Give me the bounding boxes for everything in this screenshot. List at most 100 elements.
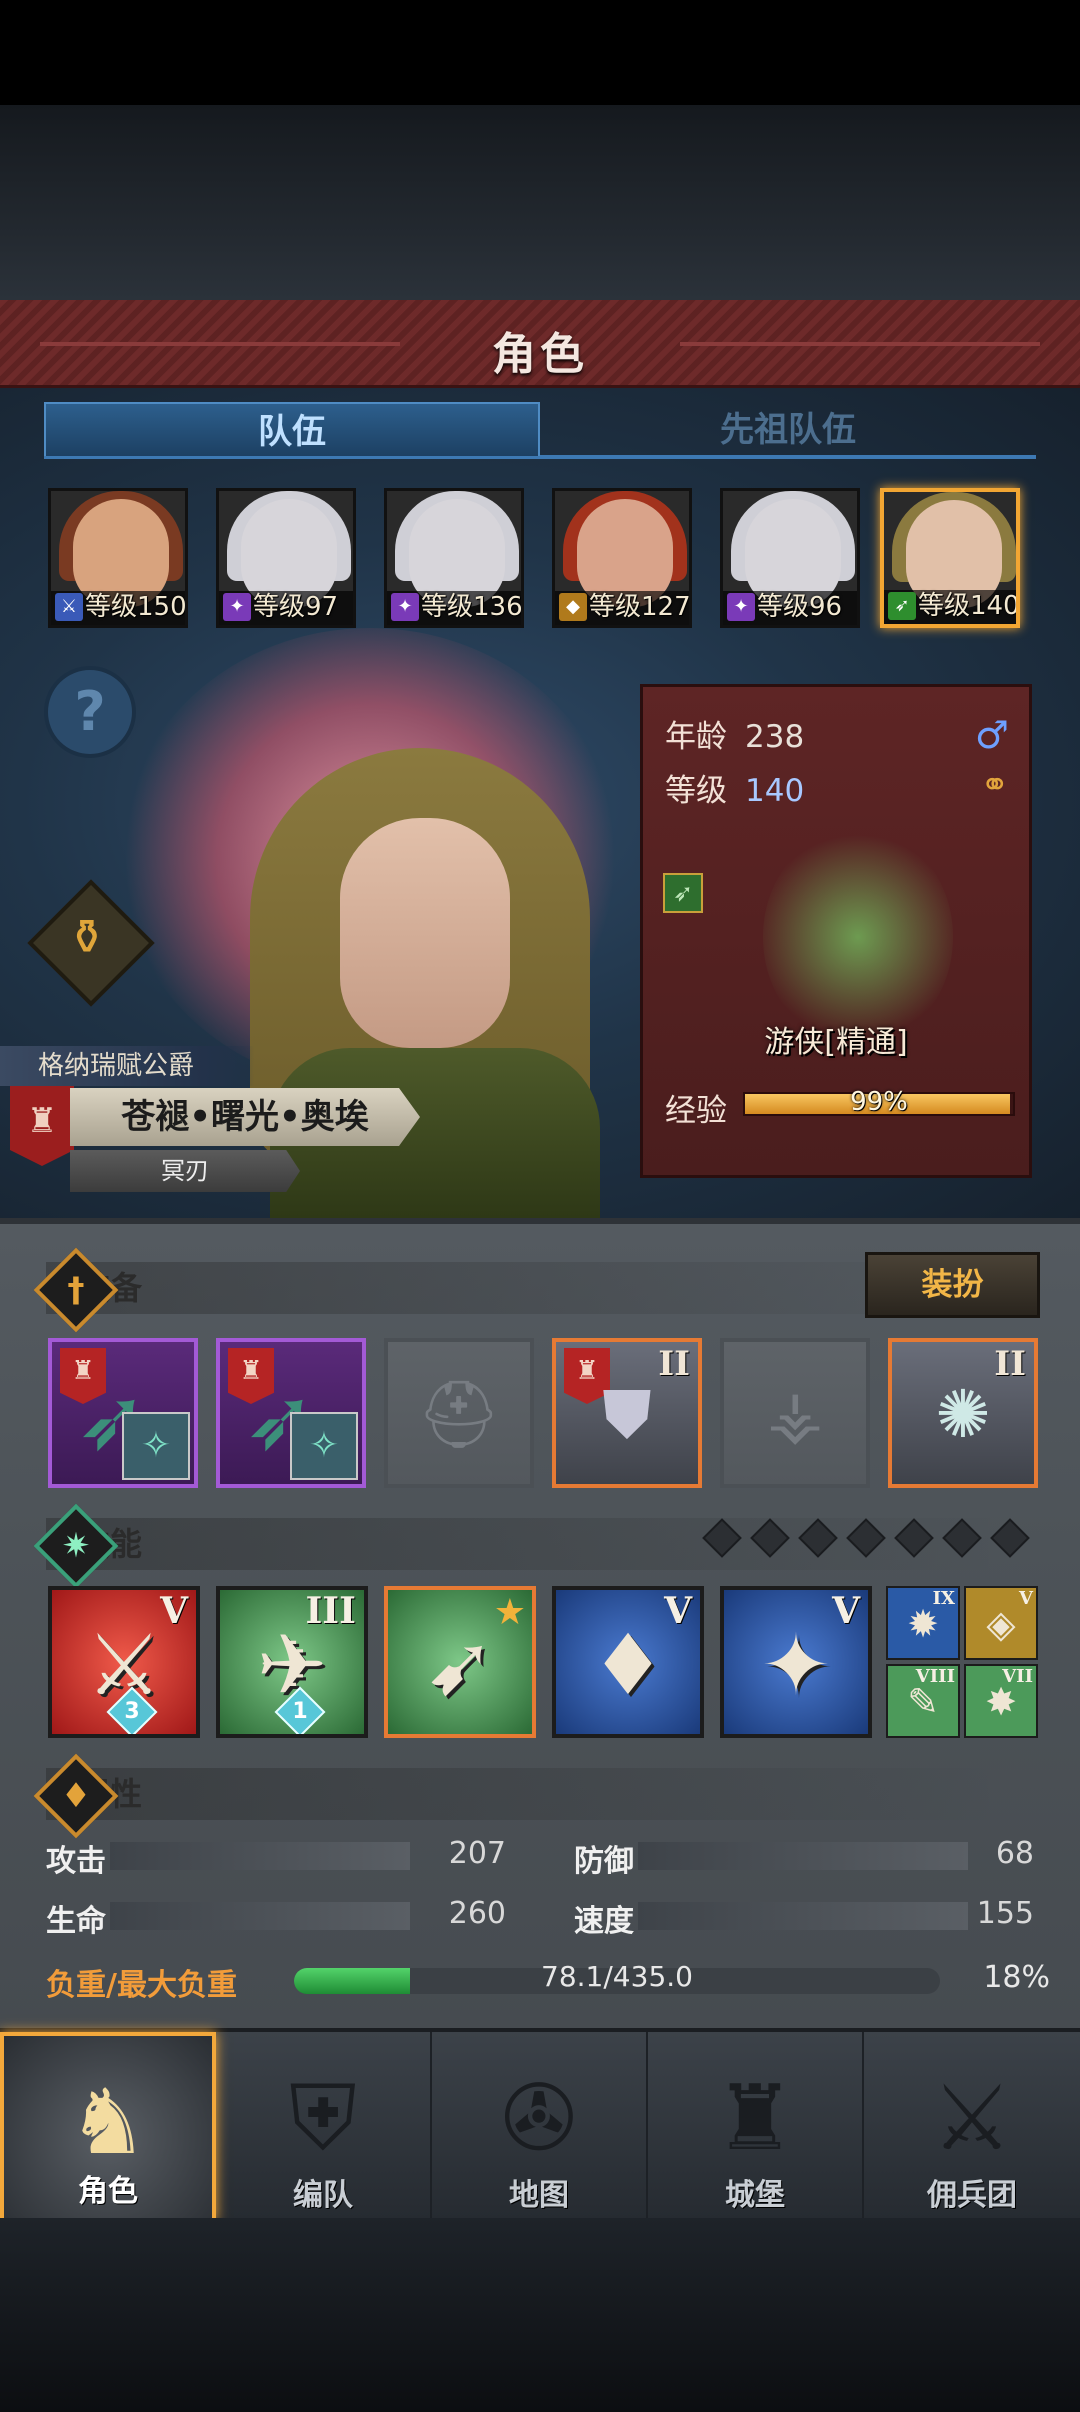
castle-icon: ♜: [714, 2066, 796, 2171]
bottom-spacer: [0, 2218, 1080, 2412]
exp-percent: 99%: [850, 1087, 908, 1117]
stat-attack: 攻击 207: [46, 1836, 506, 1879]
passive-skill-slot[interactable]: ✹ IX: [886, 1586, 960, 1660]
roster-portrait[interactable]: ◆ 等级127: [552, 488, 692, 628]
passive-skill-tier: VII: [1002, 1666, 1033, 1687]
level-row: 等级 140: [665, 765, 804, 810]
hero-face: [340, 818, 510, 1048]
tab-team[interactable]: 队伍: [44, 402, 540, 458]
class-icon: ✦: [391, 593, 419, 621]
male-icon: ♂: [974, 713, 1009, 757]
tab-ancestor-team[interactable]: 先祖队伍: [540, 402, 1036, 458]
accessory-slot[interactable]: ✺ II: [888, 1338, 1038, 1488]
passive-skill-slot[interactable]: ✸ VII: [964, 1664, 1038, 1738]
page-title: 角色: [492, 329, 588, 380]
roster-portrait[interactable]: ✦ 等级97: [216, 488, 356, 628]
helmet-slot[interactable]: ⛑: [384, 1338, 534, 1488]
stat-defense: 防御 68: [574, 1836, 1034, 1879]
gem-icon: ✧: [290, 1412, 358, 1480]
roster-portrait[interactable]: ➶ 等级140: [880, 488, 1020, 628]
hp-value: 260: [448, 1896, 506, 1931]
hp-bar: [110, 1902, 410, 1930]
skill-gem-count: 3: [124, 1699, 140, 1724]
helmet-icon: ⛑: [417, 1376, 501, 1453]
sword-icon: †: [67, 1270, 85, 1310]
age-label: 年龄: [665, 719, 727, 755]
mercenary-icon: ⚔: [931, 2066, 1013, 2171]
skill-gem-count: 1: [292, 1699, 308, 1724]
portrait-level: 等级150: [85, 592, 187, 622]
weapon-slot-1[interactable]: ♜ ➶ ✧: [48, 1338, 198, 1488]
armor-slot[interactable]: ♜ ⛊ II: [552, 1338, 702, 1488]
roster-portrait[interactable]: ✦ 等级136: [384, 488, 524, 628]
rings-icon[interactable]: ⚭: [981, 765, 1010, 805]
nav-castle[interactable]: ♜ 城堡: [648, 2032, 864, 2222]
passive-skill-slot[interactable]: ✎ VIII: [886, 1664, 960, 1738]
tier-label: II: [658, 1344, 690, 1384]
skill-slot[interactable]: ✦ V: [720, 1586, 872, 1738]
knight-icon: ♞: [67, 2070, 149, 2175]
page-header: 角色: [0, 300, 1080, 388]
hero-subtitle: 冥刃: [70, 1150, 300, 1192]
equipment-title: 装备: [46, 1262, 1006, 1314]
nav-character-label: 角色: [78, 2174, 138, 2209]
level-value: 140: [745, 773, 805, 809]
defense-value: 68: [995, 1836, 1034, 1871]
bottom-nav: ♞ 角色 ⛨ 编队 ✇ 地图 ♜ 城堡 ⚔ 佣兵团: [0, 2028, 1080, 2222]
medallion-icon: ✺: [935, 1376, 991, 1453]
defense-bar: [638, 1842, 968, 1870]
roster-portrait[interactable]: ✦ 等级96: [720, 488, 860, 628]
portrait-level: 等级96: [757, 592, 843, 622]
skill-slot[interactable]: ✈ III 1: [216, 1586, 368, 1738]
weight-percent: 18%: [983, 1960, 1050, 1995]
star-icon: ★: [493, 1592, 526, 1633]
compass-icon: ✇: [501, 2066, 577, 2171]
level-label: 等级: [665, 773, 727, 809]
skill-slot[interactable]: ➹ ★: [384, 1586, 536, 1738]
class-icon: ✦: [727, 593, 755, 621]
skill-tier: V: [160, 1590, 188, 1632]
nav-map[interactable]: ✇ 地图: [432, 2032, 648, 2222]
nav-formation[interactable]: ⛨ 编队: [216, 2032, 432, 2222]
flask-icon: ♦: [60, 1776, 92, 1816]
attributes-title: 属性: [46, 1768, 1006, 1820]
gem-icon: ✧: [122, 1412, 190, 1480]
dress-up-button[interactable]: 装扮: [865, 1252, 1040, 1318]
skill-slot[interactable]: ⚔ V 3: [48, 1586, 200, 1738]
nav-map-label: 地图: [509, 2178, 569, 2213]
passive-skill-tier: VIII: [915, 1666, 955, 1687]
weapon-slot-2[interactable]: ♜ ➶ ✧: [216, 1338, 366, 1488]
nav-mercenary[interactable]: ⚔ 佣兵团: [864, 2032, 1080, 2222]
ranger-class-icon: ➶: [663, 873, 703, 913]
speed-label: 速度: [574, 1904, 634, 1939]
skill-tier: V: [832, 1590, 860, 1632]
weight-label: 负重/最大负重: [46, 1968, 237, 2003]
attack-bar: [110, 1842, 410, 1870]
passive-skill-slot[interactable]: ◈ V: [964, 1586, 1038, 1660]
armor-icon: ⛊: [602, 1376, 652, 1453]
stat-speed: 速度 155: [574, 1896, 1034, 1939]
skill-tier: III: [305, 1590, 356, 1632]
help-button[interactable]: ?: [44, 666, 136, 758]
weight-value: 78.1/435.0: [541, 1960, 693, 1993]
attack-label: 攻击: [46, 1844, 106, 1879]
class-icon: ⚔: [55, 593, 83, 621]
hero-info-card: 年龄 238 ♂ 等级 140 ⚭ ➶ 游侠[精通] 经验 99%: [640, 684, 1032, 1178]
exp-label: 经验: [665, 1093, 727, 1129]
class-figure: [763, 827, 953, 1047]
class-icon: ◆: [559, 593, 587, 621]
nav-character[interactable]: ♞ 角色: [0, 2032, 216, 2222]
class-icon: ➶: [888, 592, 916, 620]
skill-slot[interactable]: ♦ V: [552, 1586, 704, 1738]
roster-portrait[interactable]: ⚔ 等级150: [48, 488, 188, 628]
hero-name[interactable]: 苍褪•曙光•奥埃: [70, 1088, 420, 1146]
defense-label: 防御: [574, 1844, 634, 1879]
speed-value: 155: [976, 1896, 1034, 1931]
boots-slot[interactable]: ⚶: [720, 1338, 870, 1488]
boots-icon: ⚶: [766, 1376, 824, 1453]
nav-castle-label: 城堡: [725, 2178, 785, 2213]
hero-rank-title: 格纳瑞赋公爵: [0, 1046, 255, 1086]
attack-value: 207: [448, 1836, 506, 1871]
skill-tier: V: [664, 1590, 692, 1632]
age-row: 年龄 238: [665, 711, 804, 756]
